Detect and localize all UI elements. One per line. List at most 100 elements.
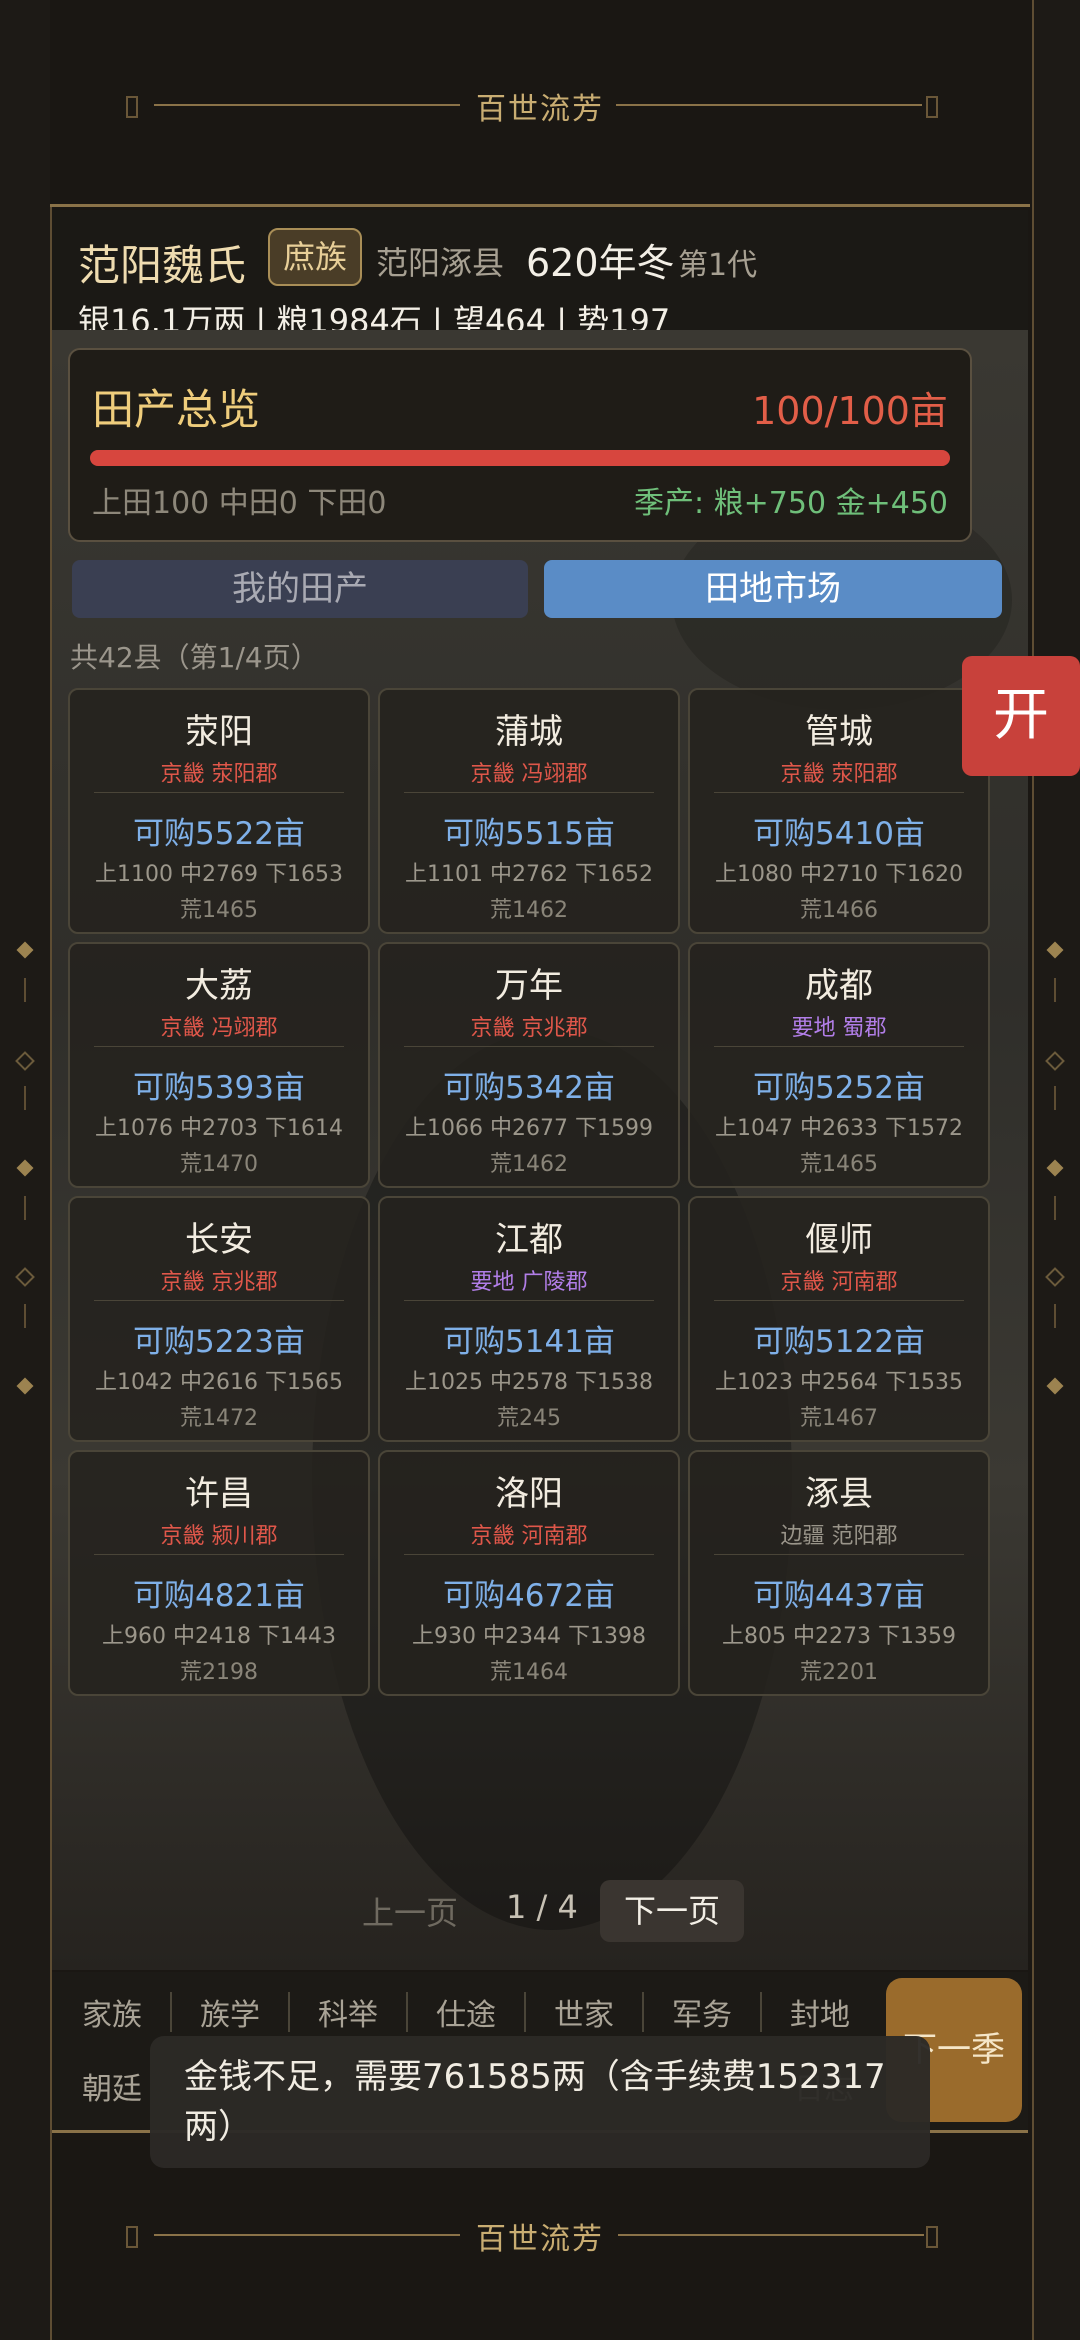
banner-line-right — [616, 104, 922, 106]
land-tabs: 我的田产 田地市场 — [70, 560, 1006, 618]
overview-count: 100/100亩 — [752, 389, 948, 433]
county-name: 万年 — [495, 966, 563, 1006]
county-region: 京畿 河南郡 — [780, 1270, 898, 1295]
county-name: 大荔 — [185, 966, 253, 1006]
county-card[interactable]: 偃师 京畿 河南郡 可购5122亩 上1023 中2564 下1535 荒1467 — [688, 1196, 990, 1442]
overview-title: 田产总览 — [92, 385, 261, 434]
county-name: 荥阳 — [185, 712, 253, 752]
county-name: 成都 — [805, 966, 873, 1006]
county-card[interactable]: 大荔京畿 冯翊郡可购5393亩上1076 中2703 下1614 荒1470 — [68, 942, 370, 1188]
right-diamond-ornament — [1046, 1377, 1064, 1395]
card-divider — [714, 1046, 964, 1047]
county-grades: 上1047 中2633 下1572 — [715, 1116, 963, 1141]
county-available: 可购4672亩 — [443, 1578, 615, 1614]
county-region: 京畿 冯翊郡 — [470, 762, 588, 787]
bottom-banner-endcap-right — [926, 2226, 938, 2248]
nav-separator — [288, 1992, 290, 2032]
generation-text: 第1代 — [678, 248, 758, 283]
nav-item[interactable]: 族学 — [200, 1990, 260, 2034]
county-grades: 上1100 中2769 下1653 — [95, 862, 343, 887]
county-grades: 上1080 中2710 下1620 — [715, 862, 963, 887]
land-progress-fill — [90, 450, 950, 466]
county-card[interactable]: 荥阳 京畿 荥阳郡 可购5522亩 上1100 中2769 下1653 荒1465 — [68, 688, 370, 934]
county-available: 可购5410亩 — [753, 816, 925, 852]
left-diamond-ornament — [16, 1377, 34, 1395]
year-text: 620年冬 — [526, 241, 675, 285]
county-card[interactable]: 蒲城 京畿 冯翊郡 可购5515亩 上1101 中2762 下1652 荒1462 — [378, 688, 680, 934]
left-diamond-ornament — [16, 941, 34, 959]
page-indicator: 1 / 4 — [506, 1888, 578, 1926]
county-card[interactable]: 许昌 京畿 颍川郡 可购4821亩 上960 中2418 下1443 荒2198 — [68, 1450, 370, 1696]
county-region: 京畿 京兆郡 — [160, 1270, 278, 1295]
county-card[interactable]: 管城 京畿 荥阳郡 可购5410亩 上1080 中2710 下1620 荒1466 — [688, 688, 990, 934]
county-name: 长安 — [185, 1220, 253, 1260]
right-dash-ornament — [1054, 978, 1056, 1002]
county-total-text: 共42县（第1/4页） — [70, 641, 319, 674]
county-available: 可购5122亩 — [753, 1324, 925, 1360]
county-available: 可购5515亩 — [443, 816, 615, 852]
county-waste: 荒1466 — [800, 898, 878, 923]
county-grades: 上1023 中2564 下1535 — [715, 1370, 963, 1395]
card-divider — [404, 792, 654, 793]
card-divider — [404, 1554, 654, 1555]
county-card[interactable]: 涿县 边疆 范阳郡 可购4437亩 上805 中2273 下1359 荒2201 — [688, 1450, 990, 1696]
next-page-button[interactable]: 下一页 — [600, 1880, 744, 1942]
location-text: 范阳涿县 — [376, 244, 505, 282]
card-divider — [714, 1554, 964, 1555]
nav-item[interactable]: 朝廷 — [82, 2064, 142, 2108]
county-region: 京畿 京兆郡 — [470, 1016, 588, 1041]
county-waste: 荒2201 — [800, 1660, 878, 1685]
right-diamond-outline-ornament — [1045, 1267, 1065, 1287]
card-divider — [94, 1554, 344, 1555]
nav-separator — [170, 1992, 172, 2032]
nav-item[interactable]: 家族 — [82, 1990, 142, 2034]
left-diamond-ornament — [16, 1159, 34, 1177]
nav-item[interactable]: 封地 — [790, 1990, 850, 2034]
county-grades: 上805 中2273 下1359 — [722, 1624, 956, 1649]
card-divider — [94, 1046, 344, 1047]
right-dash-ornament — [1054, 1196, 1056, 1220]
county-waste: 荒1465 — [180, 898, 258, 923]
county-available: 可购5252亩 — [753, 1070, 925, 1106]
open-side-button[interactable]: 开 — [962, 656, 1080, 776]
county-name: 蒲城 — [495, 712, 563, 752]
county-region: 京畿 冯翊郡 — [160, 1016, 278, 1041]
county-card[interactable]: 江都 要地 广陵郡 可购5141亩 上1025 中2578 下1538 荒245 — [378, 1196, 680, 1442]
card-divider — [94, 792, 344, 793]
nav-item[interactable]: 世家 — [554, 1990, 614, 2034]
county-waste: 荒1462 — [490, 1152, 568, 1177]
land-grade-summary: 上田100 中田0 下田0 — [92, 486, 387, 521]
county-card[interactable]: 长安 京畿 京兆郡 可购5223亩 上1042 中2616 下1565 荒1472 — [68, 1196, 370, 1442]
county-region: 京畿 河南郡 — [470, 1524, 588, 1549]
banner-title: 百世流芳 — [476, 92, 604, 127]
top-banner: 百世流芳 — [50, 0, 1030, 207]
class-tag-badge[interactable]: 庶族 — [268, 228, 362, 286]
county-grades: 上1076 中2703 下1614 — [95, 1116, 343, 1141]
nav-separator — [760, 1992, 762, 2032]
county-waste: 荒1472 — [180, 1406, 258, 1431]
county-card[interactable]: 万年 京畿 京兆郡 可购5342亩 上1066 中2677 下1599 荒1462 — [378, 942, 680, 1188]
right-dash-ornament — [1054, 1086, 1056, 1110]
county-grades: 上1101 中2762 下1652 — [405, 862, 653, 887]
tab-land-market[interactable]: 田地市场 — [544, 560, 1002, 618]
banner-rule — [50, 204, 1030, 207]
nav-separator — [524, 1992, 526, 2032]
tab-my-land[interactable]: 我的田产 — [72, 560, 528, 618]
county-available: 可购5393亩 — [133, 1070, 305, 1106]
county-waste: 荒1470 — [180, 1152, 258, 1177]
prev-page-button[interactable]: 上一页 — [362, 1888, 458, 1934]
county-card[interactable]: 洛阳 京畿 河南郡 可购4672亩 上930 中2344 下1398 荒1464 — [378, 1450, 680, 1696]
land-progress-bar — [90, 450, 950, 466]
pagination: 上一页 1 / 4 下一页 — [52, 1880, 1028, 1942]
right-diamond-ornament — [1046, 941, 1064, 959]
nav-item[interactable]: 科举 — [318, 1990, 378, 2034]
card-divider — [714, 792, 964, 793]
county-name: 江都 — [495, 1220, 563, 1260]
nav-item[interactable]: 军务 — [672, 1990, 732, 2034]
county-grades: 上960 中2418 下1443 — [102, 1624, 336, 1649]
toast-notification: 金钱不足，需要761585两（含手续费152317两） — [150, 2036, 930, 2168]
nav-item[interactable]: 仕途 — [436, 1990, 496, 2034]
county-region: 要地 蜀郡 — [791, 1016, 887, 1041]
county-card[interactable]: 成都 要地 蜀郡 可购5252亩 上1047 中2633 下1572 荒1465 — [688, 942, 990, 1188]
county-region: 京畿 荥阳郡 — [160, 762, 278, 787]
